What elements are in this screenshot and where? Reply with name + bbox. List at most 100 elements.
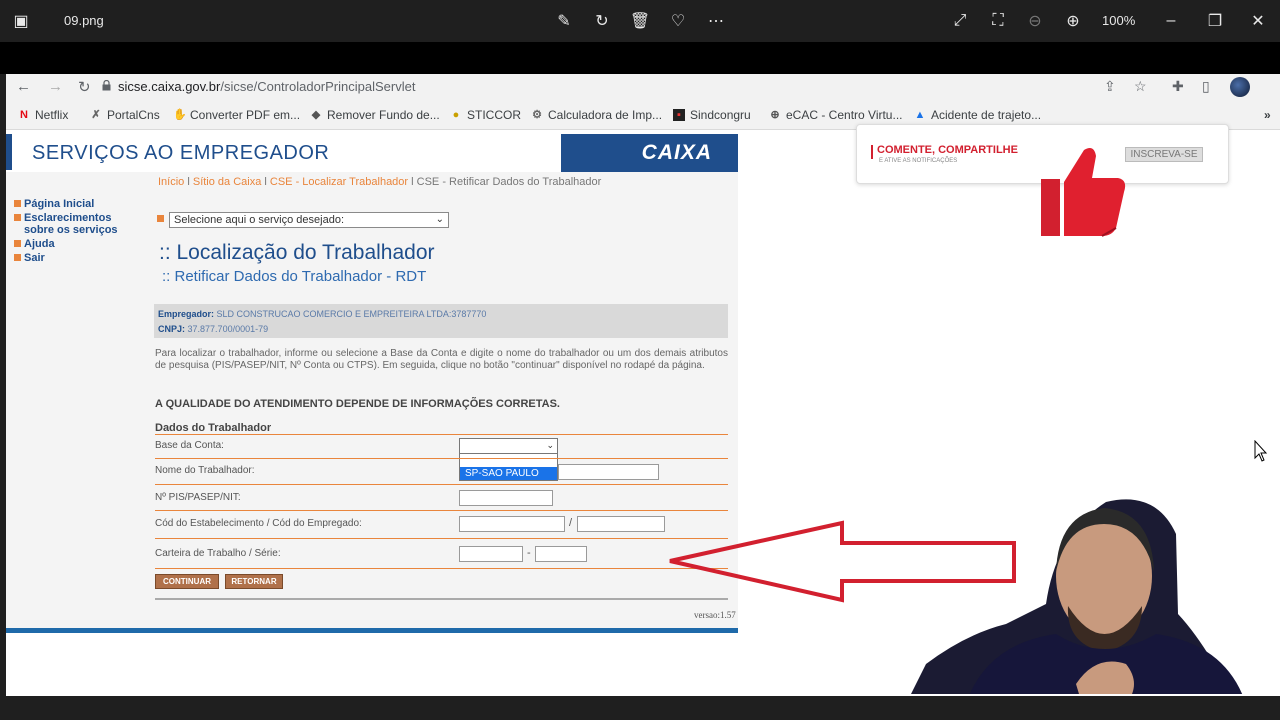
back-icon[interactable]: ←: [16, 78, 31, 95]
divider: [155, 538, 728, 539]
chevron-down-icon: ⌄: [435, 214, 444, 225]
bookmark-calculadora[interactable]: ⚙ Calculadora de Imp...: [531, 108, 662, 122]
breadcrumb-inicio[interactable]: Início: [158, 176, 184, 188]
share-icon[interactable]: ⇪: [1104, 78, 1116, 95]
site-body: Página Inicial Esclarecimentos sobre os …: [6, 172, 738, 628]
breadcrumb-localizar[interactable]: CSE - Localizar Trabalhador: [270, 176, 408, 188]
site-title: SERVIÇOS AO EMPREGADOR: [32, 142, 330, 164]
side-panel-icon[interactable]: ▯: [1202, 78, 1210, 95]
label-cod: Cód do Estabelecimento / Cód do Empregad…: [155, 518, 362, 529]
section-title: Dados do Trabalhador: [155, 422, 272, 434]
left-menu: Página Inicial Esclarecimentos sobre os …: [14, 198, 144, 266]
bullet-icon: [14, 254, 21, 261]
separator: /: [569, 517, 573, 529]
divider: [155, 484, 728, 485]
zoom-out-icon[interactable]: ⊖: [1022, 8, 1048, 34]
cod-empregado-input[interactable]: [577, 516, 665, 532]
remove-bg-icon: ◆: [311, 109, 321, 121]
promo-subtitle: E ATIVE AS NOTIFICAÇÕES: [879, 158, 958, 164]
browser-window: ← → ↻ sicse.caixa.gov.br/sicse/Controlad…: [6, 74, 1280, 696]
breadcrumb-current: CSE - Retificar Dados do Trabalhador: [416, 176, 602, 188]
minimize-icon[interactable]: –: [1158, 8, 1184, 34]
promo-title: COMENTE, COMPARTILHE: [877, 144, 1018, 156]
bookmark-sindcongru[interactable]: ▪ Sindcongru: [673, 108, 751, 122]
label-ctps: Carteira de Trabalho / Série:: [155, 548, 281, 559]
employer-info: Empregador: SLD CONSTRUCAO COMERCIO E EM…: [154, 304, 728, 338]
back-button[interactable]: RETORNAR: [225, 574, 283, 589]
quality-warning: A QUALIDADE DO ATENDIMENTO DEPENDE DE IN…: [155, 398, 560, 410]
mouse-cursor-icon: [1254, 440, 1268, 462]
breadcrumb-sitio[interactable]: Sítio da Caixa: [193, 176, 261, 188]
bookmark-pdf[interactable]: ✋ Converter PDF em...: [173, 108, 300, 122]
rotate-icon[interactable]: ↻: [589, 8, 615, 34]
netflix-icon: N: [20, 109, 28, 121]
gallery-icon[interactable]: ▣: [8, 8, 34, 34]
extensions-icon[interactable]: ✚: [1172, 78, 1184, 95]
continue-button[interactable]: CONTINUAR: [155, 574, 219, 589]
divider: [155, 510, 728, 511]
bookmark-star-icon[interactable]: ☆: [1134, 78, 1147, 95]
bullet-icon: [157, 215, 164, 222]
image-background: [0, 42, 1280, 74]
pis-input[interactable]: [459, 490, 553, 506]
pdf-icon: ✋: [173, 109, 187, 121]
menu-item-esclarecimentos[interactable]: Esclarecimentos sobre os serviços: [14, 212, 144, 236]
profile-avatar[interactable]: [1230, 77, 1250, 97]
bookmark-remove-bg[interactable]: ◆ Remover Fundo de...: [310, 108, 440, 122]
edit-image-icon[interactable]: ✎: [551, 8, 577, 34]
bookmark-netflix[interactable]: N Netflix: [18, 108, 68, 122]
thumbs-up-icon: [1041, 148, 1126, 237]
menu-item-pagina-inicial[interactable]: Página Inicial: [14, 198, 144, 210]
zoom-level: 100%: [1102, 13, 1136, 28]
address-bar: ← → ↻ sicse.caixa.gov.br/sicse/Controlad…: [6, 74, 1280, 100]
favorite-icon[interactable]: ♡: [665, 8, 691, 34]
viewer-filename: 09.png: [64, 13, 104, 28]
url-field[interactable]: sicse.caixa.gov.br/sicse/ControladorPrin…: [118, 79, 415, 94]
menu-item-sair[interactable]: Sair: [14, 252, 144, 264]
bookmark-portalcns[interactable]: ✗ PortalCns: [90, 108, 159, 122]
subscribe-button[interactable]: INSCREVA-SE: [1125, 147, 1203, 162]
page-title: :: Localização do Trabalhador: [159, 241, 435, 264]
menu-item-ajuda[interactable]: Ajuda: [14, 238, 144, 250]
presenter-webcam: [911, 499, 1243, 694]
separator: -: [527, 547, 531, 559]
employer-name: SLD CONSTRUCAO COMERCIO E EMPREITEIRA LT…: [216, 309, 487, 319]
header-accent: [6, 134, 12, 170]
caixa-logo[interactable]: CAIXA: [561, 134, 738, 172]
base-conta-select[interactable]: ⌄: [459, 438, 558, 454]
reload-icon[interactable]: ↻: [78, 78, 91, 96]
ctps-input[interactable]: [459, 546, 523, 562]
cod-estabelecimento-input[interactable]: [459, 516, 565, 532]
site-header: SERVIÇOS AO EMPREGADOR CAIXA: [6, 130, 738, 172]
delete-icon[interactable]: 🗑: [627, 8, 653, 34]
forward-icon[interactable]: →: [48, 78, 63, 95]
more-bookmarks-icon[interactable]: »: [1264, 108, 1271, 122]
lock-icon: [102, 80, 111, 91]
promo-accent: [871, 145, 873, 159]
bookmark-acidente[interactable]: ▲ Acidente de trajeto...: [914, 108, 1042, 122]
globe-icon: ⊕: [770, 109, 780, 121]
dropdown-option-sp[interactable]: SP-SAO PAULO: [460, 467, 557, 480]
sticcor-icon: ●: [452, 109, 460, 121]
close-icon[interactable]: ✕: [1245, 8, 1271, 34]
bookmark-ecac[interactable]: ⊕ eCAC - Centro Virtu...: [769, 108, 902, 122]
divider: [155, 568, 728, 569]
instructions-text: Para localizar o trabalhador, informe ou…: [155, 348, 728, 371]
nome-trabalhador-input[interactable]: [558, 464, 659, 480]
divider: [155, 458, 728, 459]
label-base-conta: Base da Conta:: [155, 440, 224, 451]
zoom-in-icon[interactable]: ⊕: [1060, 8, 1086, 34]
breadcrumb: Início l Sítio da Caixa l CSE - Localiza…: [158, 176, 602, 188]
chevron-down-icon: ⌄: [546, 440, 554, 450]
viewer-bottom-bar: [0, 696, 1280, 720]
calculator-icon: ⚙: [532, 109, 542, 121]
more-options-icon[interactable]: ⋯: [703, 8, 729, 34]
fit-screen-icon[interactable]: ⛶: [985, 8, 1011, 34]
version-label: versao:1.57: [694, 610, 736, 620]
service-select[interactable]: Selecione aqui o serviço desejado: ⌄: [169, 212, 449, 228]
expand-icon[interactable]: ⤢: [947, 8, 973, 34]
bookmark-sticcor[interactable]: ● STICCOR: [450, 108, 521, 122]
sindcongru-icon: ▪: [673, 109, 685, 121]
maximize-icon[interactable]: ❐: [1202, 8, 1228, 34]
ctps-serie-input[interactable]: [535, 546, 587, 562]
